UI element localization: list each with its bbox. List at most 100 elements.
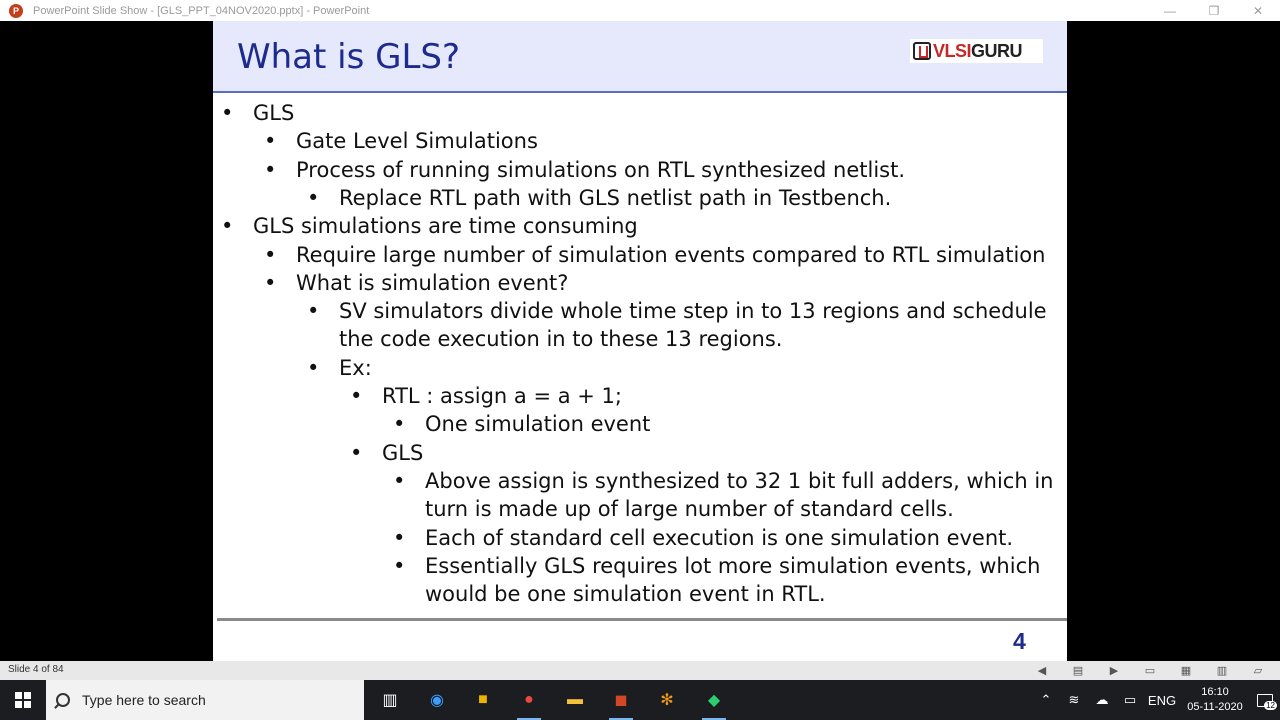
close-button[interactable]: ✕ bbox=[1236, 0, 1280, 21]
logo-text-vlsi: VLSI bbox=[933, 40, 972, 61]
bullet-item-level-5: • Essentially GLS requires lot more simul… bbox=[393, 552, 1041, 580]
search-placeholder: Type here to search bbox=[82, 692, 206, 708]
bullet-glyph: • bbox=[264, 270, 277, 295]
slide-sorter-icon[interactable]: ▦ bbox=[1174, 663, 1198, 678]
bullet-text: Above assign is synthesized to 32 1 bit … bbox=[425, 468, 1054, 493]
bullet-glyph: • bbox=[221, 214, 234, 239]
slide-title: What is GLS? bbox=[237, 37, 461, 77]
bullet-item-level-3: • Replace RTL path with GLS netlist path … bbox=[307, 184, 892, 212]
chevron-up-icon[interactable]: ⌃ bbox=[1032, 680, 1060, 720]
bullet-item-level-3: • SV simulators divide whole time step in… bbox=[307, 297, 1047, 325]
bullet-glyph: • bbox=[307, 185, 320, 210]
language-indicator[interactable]: ENG bbox=[1144, 680, 1180, 720]
bullet-text: Gate Level Simulations bbox=[296, 129, 538, 154]
bullet-text: GLS simulations are time consuming bbox=[253, 214, 638, 239]
windows-taskbar: Type here to search ▥ ◉ ■ ● ▬ ◼ ✻ ◆ ⌃ ≋ … bbox=[0, 680, 1280, 720]
windows-logo-icon bbox=[15, 692, 31, 708]
slide-header: What is GLS? VLSI GURU bbox=[213, 21, 1067, 93]
cloud-icon[interactable]: ☁ bbox=[1088, 680, 1116, 720]
window-titlebar: P PowerPoint Slide Show - [GLS_PPT_04NOV… bbox=[0, 0, 1280, 21]
bullet-item-level-5: • One simulation event bbox=[393, 410, 651, 438]
reading-view-icon[interactable]: ▥ bbox=[1210, 663, 1234, 678]
bullet-glyph: • bbox=[350, 440, 363, 465]
start-button[interactable] bbox=[0, 680, 46, 720]
bullet-text: Essentially GLS requires lot more simula… bbox=[425, 553, 1041, 578]
bullet-text: Process of running simulations on RTL sy… bbox=[296, 157, 905, 182]
bullet-item-level-2: • Process of running simulations on RTL s… bbox=[264, 156, 905, 184]
bullet-item-level-5: would be one simulation event in RTL. bbox=[425, 580, 826, 608]
clock[interactable]: 16:10 05-11-2020 bbox=[1180, 685, 1250, 715]
bullet-glyph: • bbox=[307, 355, 320, 380]
vim-icon[interactable]: ◆ bbox=[700, 686, 728, 720]
search-icon bbox=[56, 693, 70, 707]
bullet-item-level-3: the code execution in to these 13 region… bbox=[339, 325, 782, 353]
network-icon[interactable]: ≋ bbox=[1060, 680, 1088, 720]
bullet-glyph: • bbox=[264, 242, 277, 267]
slide-canvas[interactable]: What is GLS? VLSI GURU • GLS • Gate Level S… bbox=[213, 21, 1067, 661]
bullet-item-level-2: • Gate Level Simulations bbox=[264, 127, 538, 155]
menu-icon[interactable]: ▤ bbox=[1066, 663, 1090, 678]
bullet-item-level-1: • GLS bbox=[221, 99, 295, 127]
bullet-glyph: • bbox=[264, 129, 277, 154]
bullet-text: Ex: bbox=[339, 355, 372, 380]
edge-icon[interactable]: ◉ bbox=[423, 686, 451, 714]
bullet-item-level-2: • Require large number of simulation even… bbox=[264, 241, 1046, 269]
app-icon-orange[interactable]: ✻ bbox=[653, 686, 681, 714]
bullet-item-level-5: • Above assign is synthesized to 32 1 bit… bbox=[393, 467, 1054, 495]
bullet-item-level-1: • GLS simulations are time consuming bbox=[221, 212, 638, 240]
bullet-glyph: • bbox=[393, 468, 406, 493]
slideshow-icon[interactable]: ▱ bbox=[1246, 663, 1270, 678]
slide-count-label: Slide 4 of 84 bbox=[8, 664, 64, 675]
bullet-glyph: • bbox=[393, 553, 406, 578]
bullet-text: turn is made up of large number of stand… bbox=[425, 497, 954, 522]
bullet-text: What is simulation event? bbox=[296, 270, 569, 295]
clock-date: 05-11-2020 bbox=[1187, 701, 1243, 713]
bullet-text: would be one simulation event in RTL. bbox=[425, 582, 826, 607]
bullet-item-level-4: • RTL : assign a = a + 1; bbox=[350, 382, 622, 410]
minimize-button[interactable]: — bbox=[1148, 0, 1192, 21]
notification-center-icon[interactable]: 12 bbox=[1250, 680, 1280, 720]
bullet-item-level-4: • GLS bbox=[350, 439, 424, 467]
bullet-glyph: • bbox=[307, 299, 320, 324]
clock-time: 16:10 bbox=[1201, 686, 1229, 698]
view-buttons: ◀ ▤ ▶ ▭ ▦ ▥ ▱ bbox=[1030, 663, 1270, 678]
vlsiguru-logo: VLSI GURU bbox=[910, 39, 1043, 63]
bullet-glyph: • bbox=[221, 101, 234, 125]
window-controls: — ❐ ✕ bbox=[1148, 0, 1280, 21]
bullet-text: SV simulators divide whole time step in … bbox=[339, 299, 1047, 324]
file-explorer-icon[interactable]: ▬ bbox=[561, 686, 589, 714]
task-view-icon[interactable]: ▥ bbox=[376, 686, 404, 714]
bullet-text: Require large number of simulation event… bbox=[296, 242, 1046, 267]
chrome-icon[interactable]: ● bbox=[515, 686, 543, 720]
logo-mark-icon bbox=[913, 42, 931, 60]
notification-badge: 12 bbox=[1264, 701, 1277, 710]
logo-text-guru: GURU bbox=[971, 40, 1023, 61]
taskbar-search-box[interactable]: Type here to search bbox=[46, 680, 364, 720]
bullet-text: Replace RTL path with GLS netlist path i… bbox=[339, 185, 892, 210]
restore-button[interactable]: ❐ bbox=[1192, 0, 1236, 21]
bullet-text: GLS bbox=[253, 101, 295, 125]
bullet-item-level-2: • What is simulation event? bbox=[264, 269, 569, 297]
normal-view-icon[interactable]: ▭ bbox=[1138, 663, 1162, 678]
powerpoint-taskbar-icon[interactable]: ◼ bbox=[607, 686, 635, 720]
footer-divider bbox=[217, 618, 1067, 621]
system-tray: ⌃ ≋ ☁ ▭ ENG 16:10 05-11-2020 12 bbox=[1032, 680, 1280, 720]
bullet-text: Each of standard cell execution is one s… bbox=[425, 525, 1014, 550]
powerpoint-app-icon: P bbox=[9, 3, 23, 18]
bullet-item-level-3: • Ex: bbox=[307, 354, 372, 382]
bullet-glyph: • bbox=[393, 525, 406, 550]
store-icon[interactable]: ■ bbox=[469, 686, 497, 714]
bullet-text: the code execution in to these 13 region… bbox=[339, 327, 783, 352]
next-slide-icon[interactable]: ▶ bbox=[1102, 663, 1126, 678]
bullet-glyph: • bbox=[393, 412, 406, 437]
bullet-item-level-5: turn is made up of large number of stand… bbox=[425, 495, 954, 523]
bullet-item-level-5: • Each of standard cell execution is one … bbox=[393, 524, 1014, 552]
status-bar: Slide 4 of 84 ◀ ▤ ▶ ▭ ▦ ▥ ▱ bbox=[0, 661, 1280, 680]
bullet-text: One simulation event bbox=[425, 412, 651, 437]
bullet-text: GLS bbox=[382, 440, 424, 465]
previous-slide-icon[interactable]: ◀ bbox=[1030, 663, 1054, 678]
bullet-text: RTL : assign a = a + 1; bbox=[382, 384, 622, 408]
battery-icon[interactable]: ▭ bbox=[1116, 680, 1144, 720]
window-title: PowerPoint Slide Show - [GLS_PPT_04NOV20… bbox=[33, 4, 370, 17]
bullet-glyph: • bbox=[350, 384, 363, 408]
